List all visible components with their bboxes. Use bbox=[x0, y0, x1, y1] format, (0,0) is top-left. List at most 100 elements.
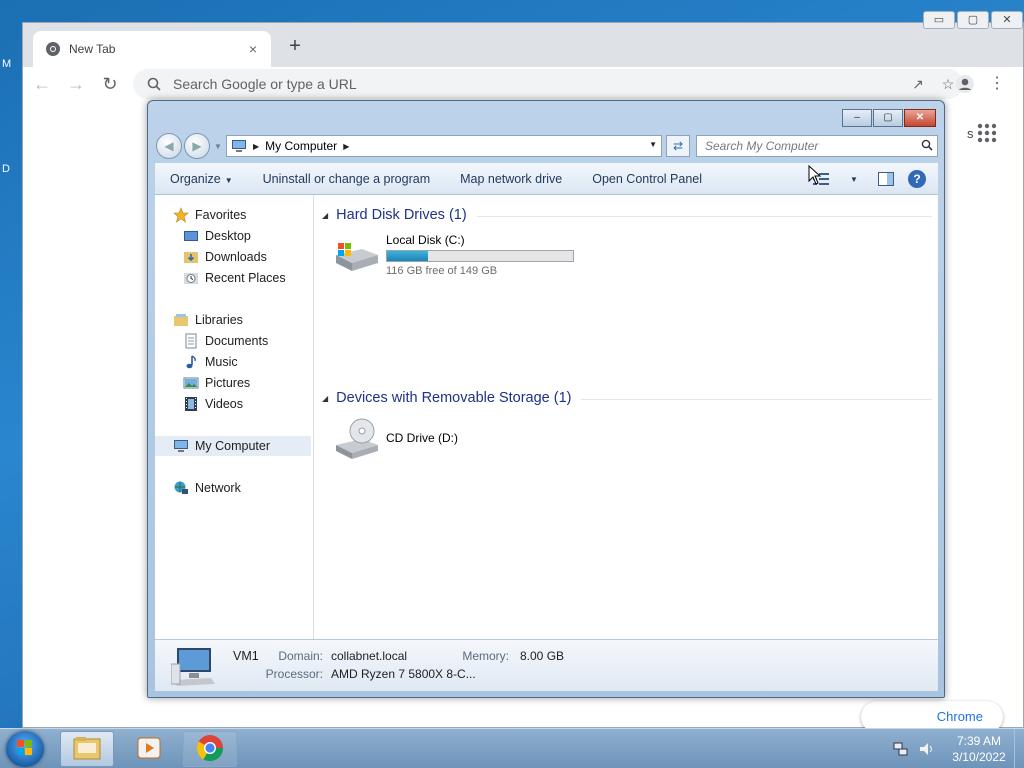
refresh-icon[interactable]: ⇄ bbox=[666, 135, 690, 157]
preview-pane-icon[interactable] bbox=[876, 169, 896, 189]
group-header-removable[interactable]: ◢ Devices with Removable Storage (1) bbox=[322, 390, 932, 406]
domain-value: collabnet.local bbox=[331, 649, 408, 663]
search-box[interactable]: Search My Computer bbox=[696, 135, 938, 157]
drive-local-disk-c[interactable]: Local Disk (C:) 116 GB free of 149 GB bbox=[332, 233, 574, 277]
forward-arrow-icon[interactable]: → bbox=[61, 69, 91, 99]
profile-avatar-icon[interactable] bbox=[955, 74, 975, 94]
nav-network[interactable]: Network bbox=[173, 478, 241, 498]
nav-libraries[interactable]: Libraries bbox=[173, 310, 243, 330]
forward-button-icon[interactable]: ▶ bbox=[184, 133, 210, 159]
search-placeholder: Search My Computer bbox=[705, 139, 819, 153]
map-network-drive-button[interactable]: Map network drive bbox=[445, 172, 577, 186]
taskbar-media-player-button[interactable] bbox=[122, 731, 176, 767]
group-title-hard-disks: Hard Disk Drives (1) bbox=[336, 207, 467, 223]
share-icon[interactable]: ↗ bbox=[909, 75, 927, 93]
nav-music[interactable]: Music bbox=[183, 352, 238, 372]
nav-network-label: Network bbox=[195, 481, 241, 495]
mouse-pointer-icon bbox=[808, 164, 822, 185]
star-icon bbox=[173, 207, 189, 223]
computer-large-icon bbox=[170, 646, 217, 688]
taskbar-clock[interactable]: 7:39 AM 3/10/2022 bbox=[944, 733, 1014, 765]
view-options-dropdown-icon[interactable]: ▼ bbox=[844, 169, 864, 189]
chrome-tab-new-tab[interactable]: New Tab × bbox=[33, 31, 271, 67]
clock-date: 3/10/2022 bbox=[952, 750, 1006, 764]
address-bar[interactable]: ▶ My Computer ▶ ▼ bbox=[226, 135, 662, 157]
computer-name: VM1 bbox=[233, 649, 259, 663]
chrome-toolbar: ← → ↻ Search Google or type a URL ↗ ☆ ⋮ bbox=[23, 67, 1023, 101]
back-arrow-icon[interactable]: ← bbox=[27, 69, 57, 99]
drive-cd-d[interactable]: CD Drive (D:) bbox=[332, 417, 458, 459]
network-tray-icon[interactable] bbox=[892, 740, 910, 758]
omnibox[interactable]: Search Google or type a URL ↗ ☆ bbox=[133, 69, 963, 99]
chrome-minimize-button[interactable]: ▭ bbox=[923, 11, 955, 29]
details-pane: VM1 Domain: collabnet.local Memory: 8.00… bbox=[155, 639, 938, 691]
explorer-minimize-button[interactable]: – bbox=[842, 109, 872, 127]
nav-recent-places[interactable]: Recent Places bbox=[183, 268, 286, 288]
nav-documents[interactable]: Documents bbox=[183, 331, 268, 351]
music-note-icon bbox=[183, 354, 199, 370]
memory-value: 8.00 GB bbox=[520, 649, 565, 663]
nav-desktop-label: Desktop bbox=[205, 229, 251, 243]
chrome-close-button[interactable]: ✕ bbox=[991, 11, 1023, 29]
explorer-close-button[interactable]: ✕ bbox=[904, 109, 936, 127]
tab-close-icon[interactable]: × bbox=[245, 41, 261, 57]
tab-title: New Tab bbox=[69, 42, 116, 56]
desktop-edge-letter-m: M bbox=[2, 58, 12, 70]
help-icon[interactable]: ? bbox=[908, 170, 926, 188]
desktop-edge-letter-d: D bbox=[2, 163, 10, 175]
nav-music-label: Music bbox=[205, 355, 238, 369]
uninstall-program-button[interactable]: Uninstall or change a program bbox=[248, 172, 445, 186]
taskbar-explorer-button[interactable] bbox=[60, 731, 114, 767]
content-pane: ◢ Hard Disk Drives (1) Local Disk (C:) 1… bbox=[314, 195, 938, 639]
domain-label: Domain: bbox=[278, 649, 323, 663]
taskbar-chrome-button[interactable] bbox=[183, 731, 237, 767]
nav-pictures[interactable]: Pictures bbox=[183, 373, 250, 393]
start-button-windows-icon[interactable] bbox=[6, 731, 44, 767]
recent-pages-dropdown-icon[interactable]: ▼ bbox=[214, 142, 222, 151]
collapse-triangle-icon[interactable]: ◢ bbox=[322, 394, 328, 403]
dropdown-arrow-icon: ▼ bbox=[224, 175, 233, 185]
command-bar-view-tools: ▼ ? bbox=[812, 169, 926, 189]
reload-icon[interactable]: ↻ bbox=[95, 69, 125, 99]
nav-documents-label: Documents bbox=[205, 334, 269, 348]
kebab-menu-icon[interactable]: ⋮ bbox=[989, 73, 1005, 95]
show-desktop-button[interactable] bbox=[1014, 729, 1024, 768]
drive-c-capacity-bar bbox=[386, 250, 574, 262]
nav-pictures-label: Pictures bbox=[205, 376, 251, 390]
explorer-caption-buttons: – ▢ ✕ bbox=[841, 109, 936, 127]
film-strip-icon bbox=[183, 396, 199, 412]
open-control-panel-button[interactable]: Open Control Panel bbox=[577, 172, 717, 186]
nav-desktop[interactable]: Desktop bbox=[183, 226, 251, 246]
group-title-removable: Devices with Removable Storage (1) bbox=[336, 390, 572, 406]
processor-value: AMD Ryzen 7 5800X 8-C... bbox=[331, 667, 476, 681]
folder-explorer-icon bbox=[72, 735, 102, 764]
chrome-maximize-button[interactable]: ▢ bbox=[957, 11, 989, 29]
breadcrumb-chevron-icon[interactable]: ▶ bbox=[343, 142, 349, 151]
explorer-maximize-button[interactable]: ▢ bbox=[873, 109, 903, 127]
nav-my-computer[interactable]: My Computer bbox=[155, 436, 311, 456]
nav-my-computer-label: My Computer bbox=[195, 439, 271, 453]
magnifier-icon[interactable] bbox=[917, 139, 937, 154]
ntp-link-peek[interactable]: s bbox=[967, 126, 974, 141]
breadcrumb-chevron-icon[interactable]: ▶ bbox=[253, 142, 259, 151]
nav-downloads[interactable]: Downloads bbox=[183, 247, 267, 267]
documents-icon bbox=[183, 333, 199, 349]
back-button-icon[interactable]: ◀ bbox=[156, 133, 182, 159]
omnibox-placeholder: Search Google or type a URL bbox=[173, 76, 357, 92]
apps-grid-icon[interactable] bbox=[977, 123, 997, 143]
collapse-triangle-icon[interactable]: ◢ bbox=[322, 211, 328, 220]
breadcrumb-my-computer[interactable]: My Computer bbox=[265, 139, 337, 153]
nav-videos[interactable]: Videos bbox=[183, 394, 243, 414]
explorer-window: – ▢ ✕ ◀ ▶ ▼ ▶ My Computer ▶ ▼ ⇄ Search M… bbox=[147, 100, 945, 698]
group-header-hard-disks[interactable]: ◢ Hard Disk Drives (1) bbox=[322, 207, 932, 223]
nav-favorites[interactable]: Favorites bbox=[173, 205, 246, 225]
group-divider bbox=[476, 215, 932, 217]
organize-label: Organize bbox=[170, 171, 221, 186]
volume-speaker-icon[interactable] bbox=[918, 740, 936, 758]
downloads-folder-icon bbox=[183, 249, 199, 265]
chrome-tabstrip: New Tab × + bbox=[23, 23, 1023, 67]
pictures-icon bbox=[183, 375, 199, 391]
address-history-dropdown-icon[interactable]: ▼ bbox=[649, 140, 657, 149]
new-tab-button[interactable]: + bbox=[285, 36, 305, 56]
organize-menu-button[interactable]: Organize ▼ bbox=[155, 172, 248, 186]
